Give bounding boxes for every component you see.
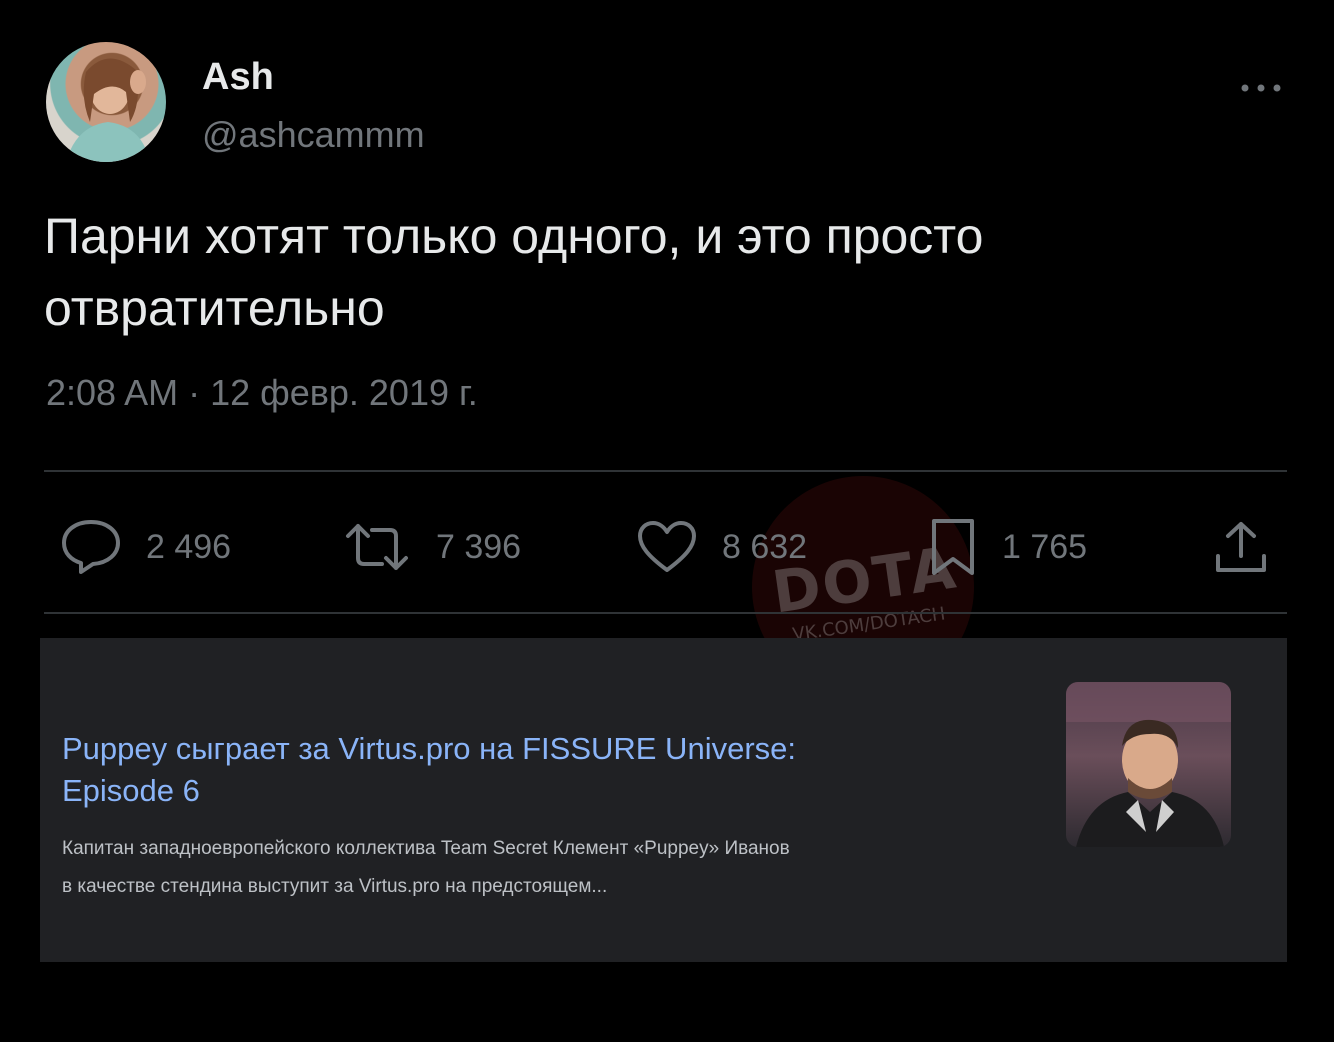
retweet-count: 7 396 xyxy=(436,527,522,566)
tweet-text-line: отвратительно xyxy=(44,280,385,336)
like-button[interactable]: 8 632 xyxy=(636,512,807,582)
tweet-text: Парни хотят только одного, и это просто … xyxy=(44,200,1284,344)
retweet-button[interactable]: 7 396 xyxy=(342,512,521,582)
like-count: 8 632 xyxy=(722,527,808,566)
profile-photo-icon xyxy=(66,58,150,162)
link-card[interactable]: Puppey сыграет за Virtus.pro на FISSURE … xyxy=(40,638,1287,962)
reply-count: 2 496 xyxy=(146,527,232,566)
person-photo-icon xyxy=(1066,682,1231,847)
card-title-line: Puppey сыграет за Virtus.pro на FISSURE … xyxy=(62,731,796,766)
card-title[interactable]: Puppey сыграет за Virtus.pro на FISSURE … xyxy=(62,728,962,812)
retweet-icon xyxy=(346,524,408,570)
tweet-timestamp[interactable]: 2:08 AM · 12 февр. 2019 г. xyxy=(46,372,478,414)
share-button[interactable] xyxy=(1212,512,1270,582)
bookmark-count: 1 765 xyxy=(1002,527,1088,566)
card-snippet-line: Капитан западноевропейского коллектива T… xyxy=(62,838,790,859)
reply-icon xyxy=(62,520,120,574)
card-snippet: Капитан западноевропейского коллектива T… xyxy=(62,830,1052,906)
author-handle[interactable]: @ashcammm xyxy=(202,114,425,156)
more-options-icon[interactable] xyxy=(1236,72,1286,96)
card-snippet-line: в качестве стендина выступит за Virtus.p… xyxy=(62,876,608,897)
tweet-text-line: Парни хотят только одного, и это просто xyxy=(44,208,984,264)
share-icon xyxy=(1216,522,1266,572)
reply-button[interactable]: 2 496 xyxy=(60,512,231,582)
bookmark-button[interactable]: 1 765 xyxy=(928,512,1087,582)
card-thumbnail xyxy=(1066,682,1231,847)
divider xyxy=(44,470,1287,472)
bookmark-icon xyxy=(932,519,974,575)
divider xyxy=(44,612,1287,614)
avatar[interactable] xyxy=(46,42,166,162)
card-title-line: Episode 6 xyxy=(62,773,200,808)
heart-icon xyxy=(638,521,696,572)
author-name[interactable]: Ash xyxy=(202,56,274,99)
